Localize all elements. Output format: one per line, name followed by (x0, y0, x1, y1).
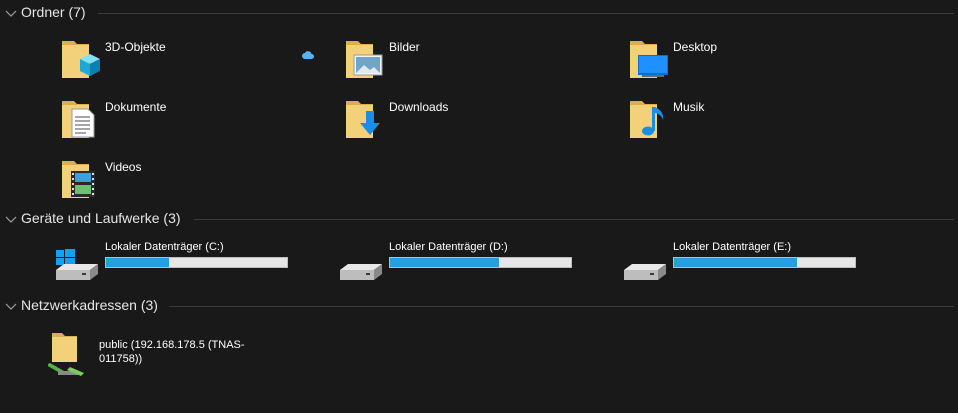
folder-label: 3D-Objekte (105, 40, 166, 54)
folder-label: Dokumente (105, 100, 167, 114)
group-title: Netzwerkadressen (3) (21, 297, 158, 313)
drive-label: Lokaler Datenträger (D:) (389, 241, 508, 253)
chevron-down-icon[interactable] (5, 213, 17, 225)
drive-label: Lokaler Datenträger (C:) (105, 241, 224, 253)
folder-label: Downloads (389, 100, 449, 114)
folder-pictures[interactable]: Bilder (342, 35, 562, 85)
folder-label: Bilder (389, 40, 420, 54)
folder-desktop[interactable]: Desktop (626, 35, 846, 85)
drive-c[interactable]: Lokaler Datenträger (C:) (54, 240, 354, 290)
explorer-view: Ordner (7) 3D-Objekte Bilder Desktop Dok… (0, 0, 958, 413)
group-divider (169, 306, 954, 307)
3d-objects-folder-icon (62, 41, 100, 78)
hard-drive-icon (624, 264, 666, 280)
network-location-label: public (192.168.178.5 (TNAS-011758)) (99, 339, 245, 365)
network-folder-icon (48, 333, 84, 376)
downloads-folder-icon (346, 101, 380, 138)
music-folder-icon (630, 101, 664, 138)
drive-label: Lokaler Datenträger (E:) (673, 241, 791, 253)
documents-folder-icon (62, 101, 95, 138)
group-title: Ordner (7) (21, 4, 86, 20)
group-header-drives[interactable]: Geräte und Laufwerke (3) (0, 209, 958, 229)
folder-music[interactable]: Musik (626, 95, 846, 145)
network-location-public[interactable]: public (192.168.178.5 (TNAS-011758)) (48, 333, 308, 383)
group-header-network[interactable]: Netzwerkadressen (3) (0, 296, 958, 316)
storage-bar-fill (674, 258, 798, 267)
drive-d[interactable]: Lokaler Datenträger (D:) (338, 240, 638, 290)
chevron-down-icon[interactable] (5, 300, 17, 312)
drive-e[interactable]: Lokaler Datenträger (E:) (622, 240, 922, 290)
folder-label: Musik (673, 100, 705, 114)
folder-label: Desktop (673, 40, 718, 54)
folder-videos[interactable]: Videos (58, 155, 278, 205)
storage-bar-fill (390, 258, 499, 267)
folder-downloads[interactable]: Downloads (342, 95, 562, 145)
group-header-folders[interactable]: Ordner (7) (0, 3, 958, 23)
storage-bar (673, 257, 856, 268)
folder-documents[interactable]: Dokumente (58, 95, 278, 145)
storage-bar (389, 257, 572, 268)
videos-folder-icon (62, 161, 95, 198)
group-divider (194, 219, 954, 220)
cloud-icon (302, 51, 314, 59)
folder-3d-objects[interactable]: 3D-Objekte (58, 35, 278, 85)
group-title: Geräte und Laufwerke (3) (21, 210, 181, 226)
system-drive-icon (56, 249, 98, 280)
storage-bar (105, 257, 288, 268)
storage-bar-fill (106, 258, 170, 267)
pictures-folder-icon (346, 41, 383, 78)
desktop-folder-icon (630, 41, 668, 78)
chevron-down-icon[interactable] (5, 7, 17, 19)
hard-drive-icon (340, 264, 382, 280)
group-divider (98, 13, 954, 14)
folder-label: Videos (105, 160, 142, 174)
